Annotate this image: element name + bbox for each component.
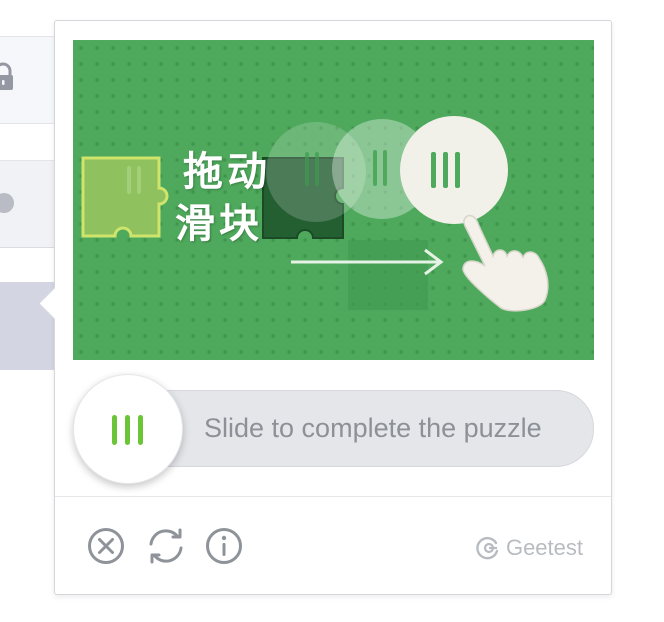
brand-label: Geetest [505, 535, 583, 560]
puzzle-hint: 拖动 滑块 [131, 148, 271, 252]
close-icon[interactable] [87, 527, 125, 565]
puzzle-hint-line2: 滑块 [175, 201, 263, 247]
grip-icon [112, 415, 146, 445]
slider-knob[interactable] [73, 374, 183, 484]
slider-tip: Slide to complete the puzzle [204, 413, 542, 443]
lock-icon [0, 62, 13, 90]
puzzle-image: 拖动 滑块 [73, 40, 594, 360]
refresh-icon[interactable] [145, 527, 187, 565]
geetest-brand[interactable]: Geetest [476, 535, 583, 561]
footer-divider [55, 496, 611, 497]
info-icon[interactable] [205, 527, 243, 565]
geetest-logo-icon [476, 536, 499, 560]
puzzle-hint-line1: 拖动 [183, 149, 271, 195]
screen: 拖动 滑块 Slide to complete the puzzle Geete… [0, 0, 664, 622]
captcha-popup: 拖动 滑块 Slide to complete the puzzle Geete… [38, 20, 612, 595]
